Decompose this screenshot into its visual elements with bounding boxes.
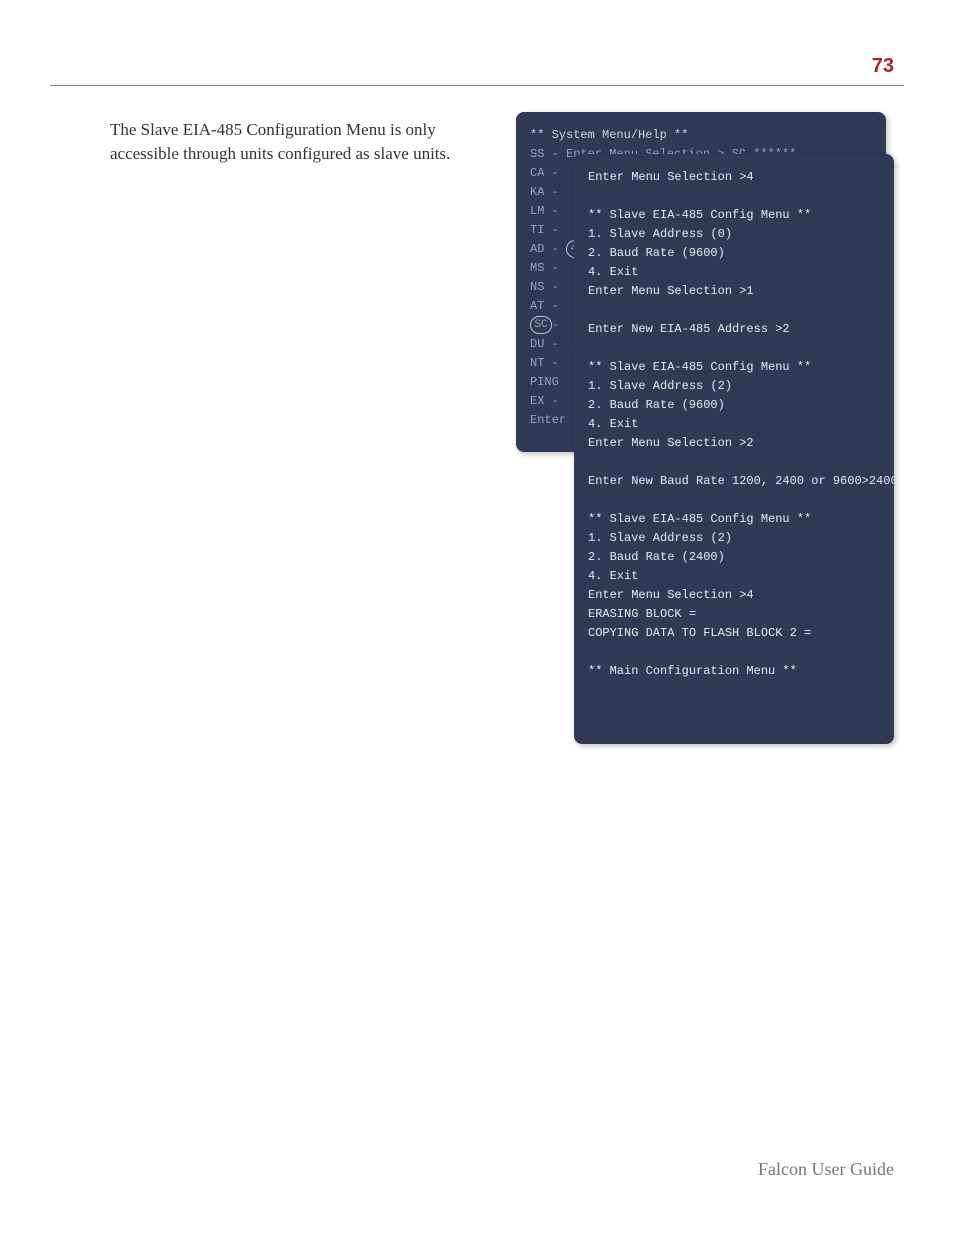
front-line — [588, 643, 880, 662]
front-line: ** Slave EIA-485 Config Menu ** — [588, 358, 880, 377]
front-line: 2. Baud Rate (2400) — [588, 548, 880, 567]
label-ca: CA - — [530, 166, 559, 180]
dash-sc: - — [552, 318, 559, 332]
circle-sc-icon: SC — [530, 316, 552, 334]
label-ad: AD - — [530, 242, 559, 256]
front-line: Enter Menu Selection >4 — [588, 586, 880, 605]
label-at: AT - — [530, 299, 559, 313]
page-number: 73 — [872, 55, 894, 78]
label-ns: NS - — [530, 280, 559, 294]
front-line: Enter Menu Selection >2 — [588, 434, 880, 453]
front-line — [588, 339, 880, 358]
front-line — [588, 301, 880, 320]
front-line: ERASING BLOCK = — [588, 605, 880, 624]
label-ms: MS - — [530, 261, 559, 275]
header-divider — [50, 85, 904, 86]
front-line — [588, 187, 880, 206]
front-line: Enter Menu Selection >1 — [588, 282, 880, 301]
footer-text: Falcon User Guide — [758, 1159, 894, 1180]
front-line: 4. Exit — [588, 567, 880, 586]
front-line: 1. Slave Address (0) — [588, 225, 880, 244]
label-lm: LM - — [530, 204, 559, 218]
front-line: ** Slave EIA-485 Config Menu ** — [588, 510, 880, 529]
panel-title: ** System Menu/Help ** — [530, 126, 872, 145]
front-line — [588, 491, 880, 510]
terminal-panel-front: Enter Menu Selection >4 ** Slave EIA-485… — [574, 154, 894, 744]
front-line: 2. Baud Rate (9600) — [588, 396, 880, 415]
front-line: Enter New Baud Rate 1200, 2400 or 9600>2… — [588, 472, 880, 491]
front-line: 1. Slave Address (2) — [588, 529, 880, 548]
front-line: ** Main Configuration Menu ** — [588, 662, 880, 681]
label-ti: TI - — [530, 223, 559, 237]
front-line: 1. Slave Address (2) — [588, 377, 880, 396]
front-line: 2. Baud Rate (9600) — [588, 244, 880, 263]
front-line: ** Slave EIA-485 Config Menu ** — [588, 206, 880, 225]
front-line: Enter Menu Selection >4 — [588, 168, 880, 187]
front-line: 4. Exit — [588, 415, 880, 434]
label-ka: KA - — [530, 185, 559, 199]
label-du: DU - — [530, 337, 559, 351]
page: 73 The Slave EIA-485 Configuration Menu … — [0, 0, 954, 1235]
front-line: Enter New EIA-485 Address >2 — [588, 320, 880, 339]
label-nt: NT - — [530, 356, 559, 370]
body-paragraph: The Slave EIA-485 Configuration Menu is … — [110, 118, 490, 166]
front-line: COPYING DATA TO FLASH BLOCK 2 = — [588, 624, 880, 643]
front-line — [588, 453, 880, 472]
front-line: 4. Exit — [588, 263, 880, 282]
